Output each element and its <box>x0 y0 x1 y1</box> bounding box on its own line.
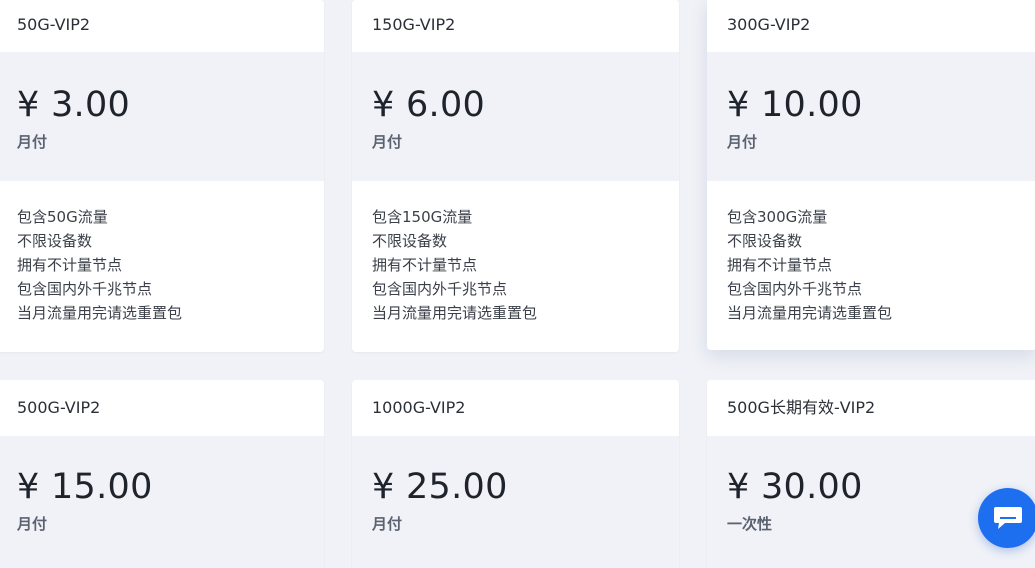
feature-item: 当月流量用完请选重置包 <box>17 304 183 322</box>
feature-item: 包含300G流量 <box>727 208 828 226</box>
feature-item: 包含国内外千兆节点 <box>372 280 508 298</box>
price-section: ¥ 15.00 月付 <box>0 436 324 568</box>
plan-name: 50G-VIP2 <box>0 0 324 52</box>
billing-cycle: 月付 <box>17 515 48 533</box>
feature-item: 当月流量用完请选重置包 <box>727 304 893 322</box>
plan-name: 1000G-VIP2 <box>352 380 679 436</box>
plan-price: ¥ 10.00 <box>727 85 863 125</box>
feature-list: 包含50G流量 不限设备数 拥有不计量节点 包含国内外千兆节点 当月流量用完请选… <box>0 181 324 325</box>
plan-name: 500G-VIP2 <box>0 380 324 436</box>
plan-card-1000g[interactable]: 1000G-VIP2 ¥ 25.00 月付 <box>352 380 679 568</box>
plan-price: ¥ 15.00 <box>17 467 153 507</box>
feature-item: 包含国内外千兆节点 <box>727 280 863 298</box>
feature-item: 当月流量用完请选重置包 <box>372 304 538 322</box>
chat-support-button[interactable] <box>978 488 1035 548</box>
plan-name: 500G长期有效-VIP2 <box>707 380 1035 436</box>
price-section: ¥ 3.00 月付 <box>0 52 324 181</box>
plan-card-300g[interactable]: 300G-VIP2 ¥ 10.00 月付 包含300G流量 不限设备数 拥有不计… <box>707 0 1035 350</box>
feature-item: 包含50G流量 <box>17 208 108 226</box>
plan-card-500g[interactable]: 500G-VIP2 ¥ 15.00 月付 <box>0 380 324 568</box>
feature-item: 不限设备数 <box>727 232 803 250</box>
plan-price: ¥ 3.00 <box>17 85 131 125</box>
feature-item: 拥有不计量节点 <box>372 256 478 274</box>
feature-item: 拥有不计量节点 <box>727 256 833 274</box>
price-section: ¥ 10.00 月付 <box>707 52 1035 181</box>
plan-price: ¥ 25.00 <box>372 467 508 507</box>
feature-item: 不限设备数 <box>17 232 93 250</box>
plan-card-50g[interactable]: 50G-VIP2 ¥ 3.00 月付 包含50G流量 不限设备数 拥有不计量节点… <box>0 0 324 352</box>
plan-name: 300G-VIP2 <box>707 0 1035 52</box>
feature-item: 包含150G流量 <box>372 208 473 226</box>
plan-price: ¥ 6.00 <box>372 85 486 125</box>
plan-store-page: 50G-VIP2 ¥ 3.00 月付 包含50G流量 不限设备数 拥有不计量节点… <box>0 0 1035 568</box>
billing-cycle: 月付 <box>372 515 403 533</box>
feature-list: 包含300G流量 不限设备数 拥有不计量节点 包含国内外千兆节点 当月流量用完请… <box>707 181 1035 325</box>
plan-card-500g-permanent[interactable]: 500G长期有效-VIP2 ¥ 30.00 一次性 <box>707 380 1035 568</box>
billing-cycle: 月付 <box>727 133 758 151</box>
feature-item: 拥有不计量节点 <box>17 256 123 274</box>
plan-card-150g[interactable]: 150G-VIP2 ¥ 6.00 月付 包含150G流量 不限设备数 拥有不计量… <box>352 0 679 352</box>
billing-cycle: 月付 <box>372 133 403 151</box>
chat-bubble-icon <box>994 507 1022 529</box>
billing-cycle: 月付 <box>17 133 48 151</box>
price-section: ¥ 6.00 月付 <box>352 52 679 181</box>
feature-item: 不限设备数 <box>372 232 448 250</box>
feature-item: 包含国内外千兆节点 <box>17 280 153 298</box>
plan-name: 150G-VIP2 <box>352 0 679 52</box>
price-section: ¥ 25.00 月付 <box>352 436 679 568</box>
feature-list: 包含150G流量 不限设备数 拥有不计量节点 包含国内外千兆节点 当月流量用完请… <box>352 181 679 325</box>
